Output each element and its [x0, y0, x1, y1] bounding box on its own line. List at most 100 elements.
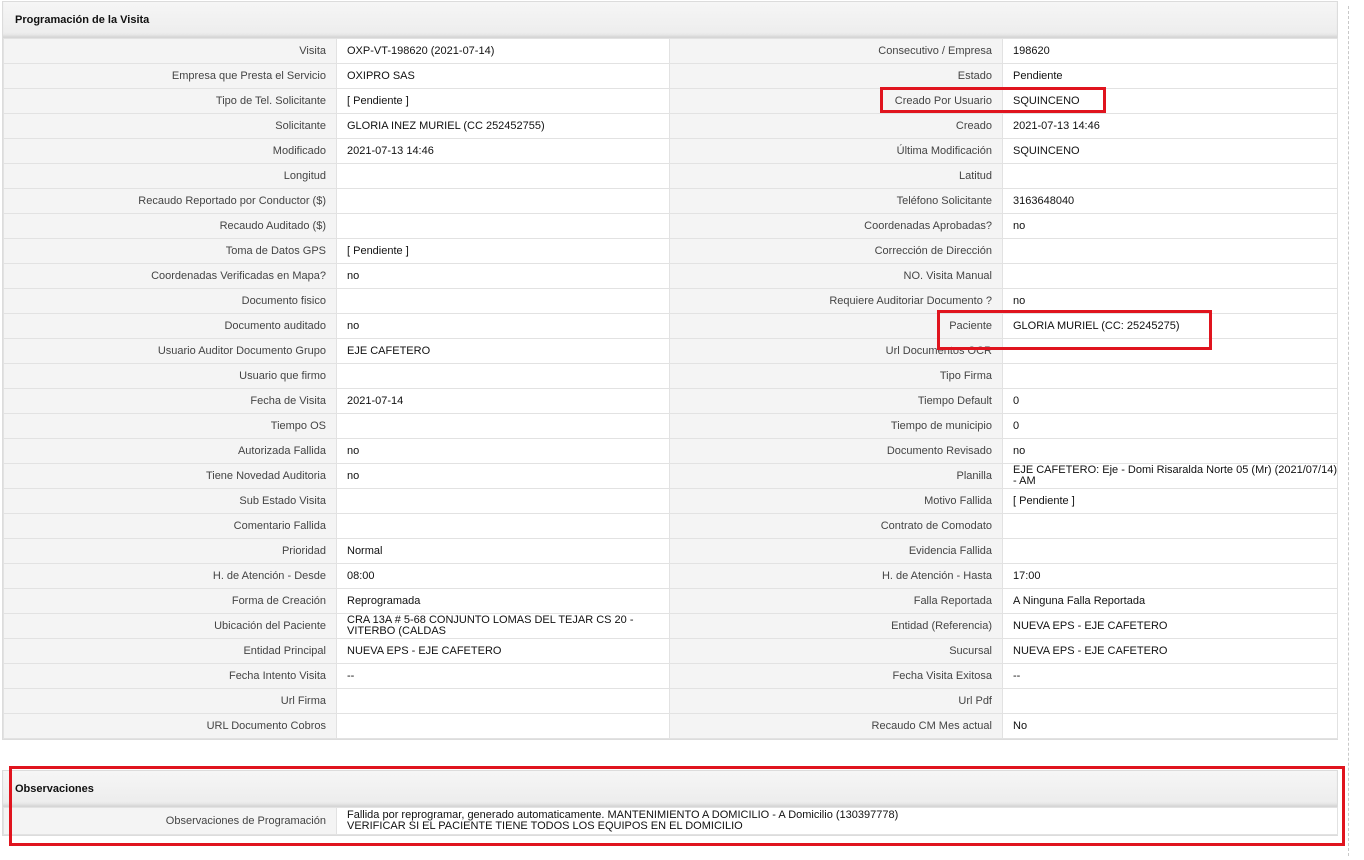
- value-fecha-intento-visita: --: [336, 663, 670, 689]
- value-sucursal: NUEVA EPS - EJE CAFETERO: [1002, 638, 1338, 664]
- label-recaudo-auditado: Recaudo Auditado ($): [3, 213, 337, 239]
- detail-row: Tipo de Tel. Solicitante[ Pendiente ] Cre…: [3, 88, 1338, 114]
- label-h-de-atencion-desde: H. de Atención - Desde: [3, 563, 337, 589]
- value-entidad-referencia: NUEVA EPS - EJE CAFETERO: [1002, 613, 1338, 639]
- value-empresa-que-presta-el-servicio: OXIPRO SAS: [336, 63, 670, 89]
- label-recaudo-cm-mes-actual: Recaudo CM Mes actual: [669, 713, 1003, 739]
- value-documento-revisado: no: [1002, 438, 1338, 464]
- label-tipo-de-tel-solicitante: Tipo de Tel. Solicitante: [3, 88, 337, 114]
- value-ubicacion-del-paciente: CRA 13A # 5-68 CONJUNTO LOMAS DEL TEJAR …: [336, 613, 670, 639]
- label-autorizada-fallida: Autorizada Fallida: [3, 438, 337, 464]
- value-coordenadas-verificadas-en-mapa: no: [336, 263, 670, 289]
- label-planilla: Planilla: [669, 463, 1003, 489]
- value-requiere-auditoriar-documento: no: [1002, 288, 1338, 314]
- label-toma-de-datos-gps: Toma de Datos GPS: [3, 238, 337, 264]
- label-sucursal: Sucursal: [669, 638, 1003, 664]
- value-tiempo-de-municipio: 0: [1002, 413, 1338, 439]
- label-entidad-principal: Entidad Principal: [3, 638, 337, 664]
- detail-row: Usuario que firmo Tipo Firma: [3, 363, 1338, 389]
- label-contrato-de-comodato: Contrato de Comodato: [669, 513, 1003, 539]
- detail-row: Comentario Fallida Contrato de Comodato: [3, 513, 1338, 539]
- label-evidencia-fallida: Evidencia Fallida: [669, 538, 1003, 564]
- value-correccion-de-direccion: [1002, 238, 1338, 264]
- label-modificado: Modificado: [3, 138, 337, 164]
- detail-row: Coordenadas Verificadas en Mapa? no NO. V…: [3, 263, 1338, 289]
- value-sub-estado-visita: [336, 488, 670, 514]
- label-no-visita-manual: NO. Visita Manual: [669, 263, 1003, 289]
- value-contrato-de-comodato: [1002, 513, 1338, 539]
- detail-row: H. de Atención - Desde 08:00 H. de Atenció…: [3, 563, 1338, 589]
- label-creado-por-usuario: Creado Por Usuario: [669, 88, 1003, 114]
- observaciones-title: Observaciones: [3, 771, 1337, 807]
- label-sub-estado-visita: Sub Estado Visita: [3, 488, 337, 514]
- detail-row: Entidad Principal NUEVA EPS - EJE CAFETER…: [3, 638, 1338, 664]
- value-h-de-atencion-hasta: 17:00: [1002, 563, 1338, 589]
- label-tiempo-os: Tiempo OS: [3, 413, 337, 439]
- value-planilla: EJE CAFETERO: Eje - Domi Risaralda Norte…: [1002, 463, 1338, 489]
- detail-row: Toma de Datos GPS[ Pendiente ] Corrección…: [3, 238, 1338, 264]
- value-visita: OXP-VT-198620 (2021-07-14): [336, 38, 670, 64]
- value-url-firma: [336, 688, 670, 714]
- detail-row: Ubicación del Paciente CRA 13A # 5-68 CON…: [3, 613, 1338, 639]
- label-coordenadas-aprobadas: Coordenadas Aprobadas?: [669, 213, 1003, 239]
- value-tiempo-os: [336, 413, 670, 439]
- label-falla-reportada: Falla Reportada: [669, 588, 1003, 614]
- label-fecha-visita-exitosa: Fecha Visita Exitosa: [669, 663, 1003, 689]
- detail-row: Prioridad Normal Evidencia Fallida: [3, 538, 1338, 564]
- label-solicitante: Solicitante: [3, 113, 337, 139]
- label-entidad-referencia: Entidad (Referencia): [669, 613, 1003, 639]
- detail-row: Url Firma Url Pdf: [3, 688, 1338, 714]
- detail-row: Documento fisico Requiere Auditoriar Docu…: [3, 288, 1338, 314]
- value-url-documento-cobros: [336, 713, 670, 739]
- value-solicitante: GLORIA INEZ MURIEL (CC 252452755): [336, 113, 670, 139]
- label-h-de-atencion-hasta: H. de Atención - Hasta: [669, 563, 1003, 589]
- programacion-title: Programación de la Visita: [3, 2, 1337, 38]
- detail-row: Modificado 2021-07-13 14:46 Última Modific…: [3, 138, 1338, 164]
- label-coordenadas-verificadas-en-mapa: Coordenadas Verificadas en Mapa?: [3, 263, 337, 289]
- value-usuario-que-firmo: [336, 363, 670, 389]
- label-fecha-de-visita: Fecha de Visita: [3, 388, 337, 414]
- value-h-de-atencion-desde: 08:00: [336, 563, 670, 589]
- value-documento-fisico: [336, 288, 670, 314]
- label-comentario-fallida: Comentario Fallida: [3, 513, 337, 539]
- value-coordenadas-aprobadas: no: [1002, 213, 1338, 239]
- value-usuario-auditor-documento-grupo: EJE CAFETERO: [336, 338, 670, 364]
- detail-row: Documento auditado no Paciente GLORIA MURI…: [3, 313, 1338, 339]
- value-ultima-modificacion: SQUINCENO: [1002, 138, 1338, 164]
- detail-row: Tiene Novedad Auditoria no Planilla EJE CA…: [3, 463, 1338, 489]
- value-documento-auditado: no: [336, 313, 670, 339]
- detail-row: Recaudo Auditado ($) Coordenadas Aprobada…: [3, 213, 1338, 239]
- value-comentario-fallida: [336, 513, 670, 539]
- detail-row: Fecha de Visita 2021-07-14 Tiempo Default…: [3, 388, 1338, 414]
- label-tipo-firma: Tipo Firma: [669, 363, 1003, 389]
- detail-row: Longitud Latitud: [3, 163, 1338, 189]
- label-estado: Estado: [669, 63, 1003, 89]
- label-usuario-que-firmo: Usuario que firmo: [3, 363, 337, 389]
- label-prioridad: Prioridad: [3, 538, 337, 564]
- label-ultima-modificacion: Última Modificación: [669, 138, 1003, 164]
- label-recaudo-reportado-por-conductor: Recaudo Reportado por Conductor ($): [3, 188, 337, 214]
- observaciones-table: Observaciones de Programación Fallida po…: [3, 807, 1338, 835]
- value-consecutivo-empresa: 198620: [1002, 38, 1338, 64]
- observaciones-label: Observaciones de Programación: [3, 807, 337, 835]
- detail-row: Sub Estado Visita Motivo Fallida[ Pendien…: [3, 488, 1338, 514]
- observaciones-value: Fallida por reprogramar, generado automa…: [336, 807, 1338, 835]
- value-creado: 2021-07-13 14:46: [1002, 113, 1338, 139]
- label-requiere-auditoriar-documento: Requiere Auditoriar Documento ?: [669, 288, 1003, 314]
- label-consecutivo-empresa: Consecutivo / Empresa: [669, 38, 1003, 64]
- label-ubicacion-del-paciente: Ubicación del Paciente: [3, 613, 337, 639]
- label-tiempo-default: Tiempo Default: [669, 388, 1003, 414]
- label-url-firma: Url Firma: [3, 688, 337, 714]
- value-no-visita-manual: [1002, 263, 1338, 289]
- observaciones-panel: Observaciones Observaciones de Programac…: [2, 770, 1338, 836]
- value-longitud: [336, 163, 670, 189]
- label-longitud: Longitud: [3, 163, 337, 189]
- programacion-panel: Programación de la Visita Visita OXP-VT-1…: [2, 1, 1338, 740]
- detail-row: Usuario Auditor Documento Grupo EJE CAFET…: [3, 338, 1338, 364]
- value-latitud: [1002, 163, 1338, 189]
- observaciones-line-2: VERIFICAR SI EL PACIENTE TIENE TODOS LOS…: [347, 820, 743, 832]
- value-evidencia-fallida: [1002, 538, 1338, 564]
- observaciones-row: Observaciones de Programación Fallida po…: [3, 807, 1338, 835]
- label-documento-revisado: Documento Revisado: [669, 438, 1003, 464]
- value-recaudo-cm-mes-actual: No: [1002, 713, 1338, 739]
